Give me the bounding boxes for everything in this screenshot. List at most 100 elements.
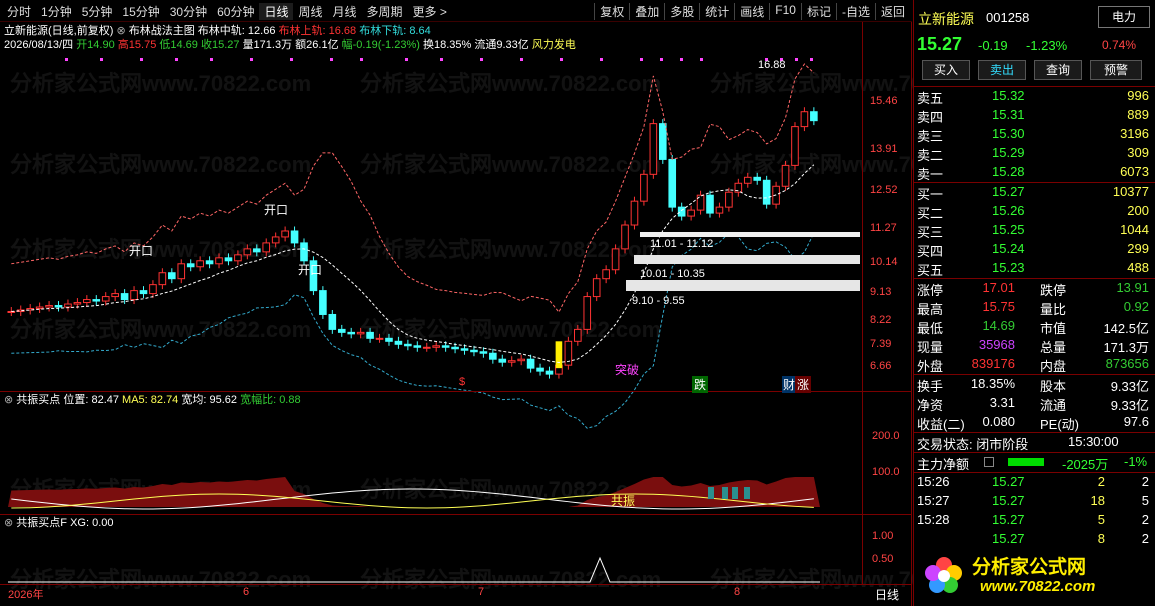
period-tab[interactable]: 日线 — [259, 3, 294, 20]
order-book-row[interactable]: 卖一 15.28 6073 — [914, 163, 1155, 182]
price-pct: -1.23% — [1026, 38, 1068, 53]
stat-value: 18.35% — [970, 376, 1015, 391]
bid-list: 买一 15.27 10377 买二 15.26 200 买三 15.25 1044 买四 15.24… — [914, 183, 1155, 278]
signal-dot — [250, 58, 253, 61]
period-tab[interactable]: 月线 — [328, 3, 362, 20]
x-axis-label: 8 — [734, 586, 741, 598]
stat-label: 总量 — [1040, 340, 1067, 355]
candle-body — [252, 248, 261, 253]
stat-value: 14.69 — [982, 318, 1015, 333]
stat-row: 净资 3.31 流通 9.33亿 — [914, 394, 1155, 413]
sub1-bar — [722, 487, 728, 499]
period-tab[interactable]: 分时 — [2, 3, 36, 20]
stat-label: 现量 — [917, 340, 944, 355]
period-tab[interactable]: 多周期 — [362, 3, 408, 20]
trade-status: 交易状态: 闭市阶段 — [917, 437, 1029, 452]
buy-button[interactable]: 买入 — [922, 60, 970, 80]
sell-button[interactable]: 卖出 — [978, 60, 1026, 80]
stat-value: 17.01 — [982, 280, 1015, 295]
candle-body — [281, 230, 289, 238]
query-button[interactable]: 查询 — [1034, 60, 1082, 80]
sub2-title: ⊗ 共振买点F XG: 0.00 — [4, 517, 114, 530]
candle-body — [422, 346, 431, 349]
order-book-row[interactable]: 卖五 15.32 996 — [914, 87, 1155, 106]
tick-row: 15.27 8 2 — [914, 530, 1155, 549]
toolbar-button[interactable]: 复权 — [594, 3, 629, 20]
order-book-row[interactable]: 买一 15.27 10377 — [914, 183, 1155, 202]
tick-row: 15:27 15.27 18 5 — [914, 492, 1155, 511]
stat-label: 净资 — [917, 398, 944, 413]
candle-body — [83, 299, 91, 304]
level-label: 卖三 — [917, 129, 944, 144]
candle-body — [158, 272, 167, 286]
candle-body — [630, 200, 639, 226]
annotation-open: 开口 — [264, 203, 289, 217]
period-tab[interactable]: 30分钟 — [165, 3, 212, 20]
sub1-pos: 位置: 82.47 — [63, 394, 119, 406]
stats-list: 涨停 17.01 跌停 13.91 最高 15.75 量比 0.92 最低 14.69 市值 142.… — [914, 279, 1155, 374]
toolbar-button[interactable]: F10 — [769, 3, 801, 20]
level-price: 15.30 — [992, 126, 1025, 141]
period-tab[interactable]: 更多 > — [408, 3, 452, 20]
tick-row: 15:28 15.27 5 2 — [914, 511, 1155, 530]
candle-body — [517, 358, 525, 362]
toolbar-button[interactable]: 标记 — [800, 3, 836, 20]
toolbar-button[interactable]: 多股 — [664, 3, 699, 20]
order-book-row[interactable]: 买五 15.23 488 — [914, 259, 1155, 278]
order-book-row[interactable]: 卖二 15.29 309 — [914, 144, 1155, 163]
candle-body — [243, 248, 252, 256]
sector-button[interactable]: 电力 — [1098, 6, 1150, 28]
alert-button[interactable]: 预警 — [1090, 60, 1142, 80]
candle-body — [706, 194, 714, 214]
level-volume: 3196 — [1120, 126, 1149, 141]
order-book-row[interactable]: 买四 15.24 299 — [914, 240, 1155, 259]
net-pct: -1% — [1124, 454, 1148, 469]
sub2-ylabel: 1.00 — [872, 530, 894, 542]
candle-body — [319, 290, 327, 315]
breakout-candle — [555, 341, 563, 369]
candle-body — [130, 290, 138, 301]
tick-volume: 18 — [1090, 493, 1105, 508]
x-axis-label: 7 — [478, 586, 485, 598]
toolbar-button[interactable]: 画线 — [734, 3, 769, 20]
period-tab[interactable]: 15分钟 — [117, 3, 164, 20]
candle-body — [413, 345, 422, 348]
panel-divider — [0, 391, 912, 392]
order-book-row[interactable]: 买三 15.25 1044 — [914, 221, 1155, 240]
tick-count: 2 — [1141, 531, 1149, 546]
signal-dot — [290, 58, 293, 61]
order-book-row[interactable]: 买二 15.26 200 — [914, 202, 1155, 221]
level-label: 卖五 — [917, 91, 944, 106]
sub2-name[interactable]: 共振买点F — [16, 517, 67, 529]
period-tab[interactable]: 周线 — [293, 3, 327, 20]
y-axis-label: 9.13 — [870, 286, 892, 298]
stat-label: 市值 — [1040, 321, 1067, 336]
level-price: 15.28 — [992, 164, 1025, 179]
sub1-name[interactable]: 共振买点 — [16, 394, 60, 406]
stat-label: 跌停 — [1040, 283, 1067, 298]
period-indicator[interactable]: 日线 — [875, 586, 899, 603]
toolbar-button[interactable]: 叠加 — [629, 3, 664, 20]
order-book-row[interactable]: 卖四 15.31 889 — [914, 106, 1155, 125]
candle-body — [574, 328, 582, 342]
toolbar-button[interactable]: 统计 — [699, 3, 734, 20]
toolbar-button[interactable]: 返回 — [874, 3, 910, 20]
stat-row: 收益(二) 0.080 PE(动) 97.6 — [914, 413, 1155, 432]
level-volume: 299 — [1127, 241, 1149, 256]
sub1-area — [8, 477, 820, 507]
order-book-row[interactable]: 卖三 15.30 3196 — [914, 125, 1155, 144]
annotation-breakout: 突破 — [615, 363, 640, 377]
candle-body — [451, 346, 459, 350]
sub1-close-icon[interactable]: ⊗ — [4, 394, 13, 406]
period-tab[interactable]: 1分钟 — [36, 3, 77, 20]
period-tab[interactable]: 60分钟 — [212, 3, 259, 20]
list-icon[interactable] — [984, 457, 994, 467]
toolbar-button[interactable]: -自选 — [835, 3, 875, 20]
candle-body — [394, 340, 403, 345]
candle-body — [649, 123, 658, 175]
sub2-close-icon[interactable]: ⊗ — [4, 517, 13, 529]
period-tab[interactable]: 5分钟 — [77, 3, 118, 20]
level-volume: 889 — [1127, 107, 1149, 122]
candle-body — [507, 360, 516, 363]
candle-body — [177, 263, 186, 280]
